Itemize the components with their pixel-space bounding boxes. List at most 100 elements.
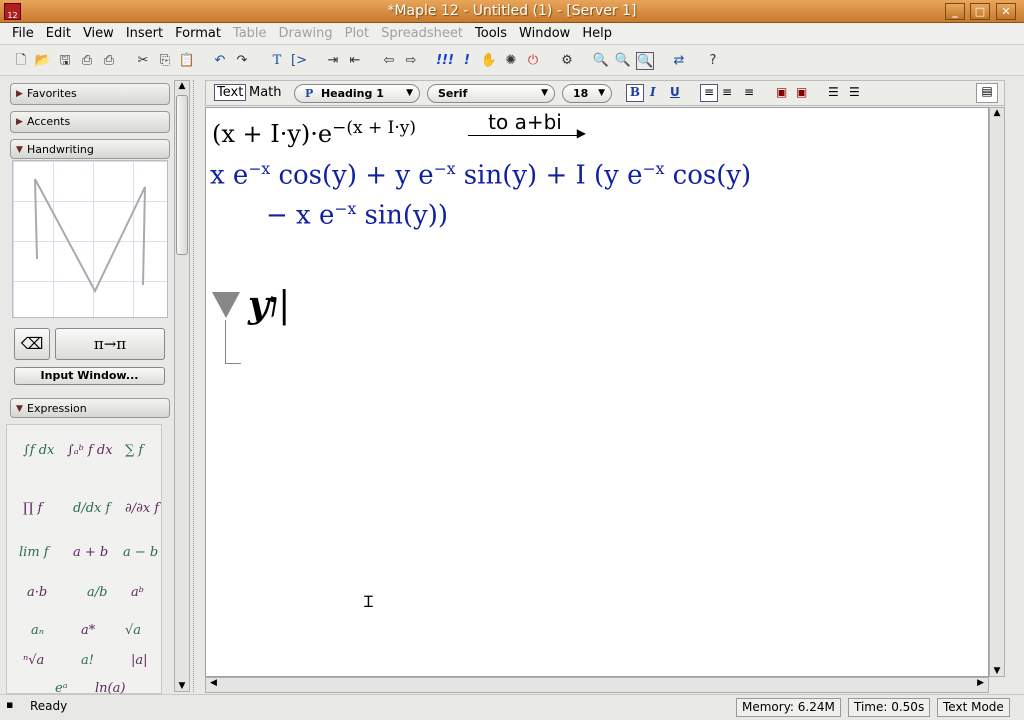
paste-icon[interactable]: 📋 (178, 52, 196, 70)
menu-format[interactable]: Format (169, 23, 227, 44)
undo-icon[interactable]: ↶ (211, 52, 229, 70)
minimize-button[interactable]: _ (945, 3, 965, 20)
maximize-button[interactable]: □ (970, 3, 990, 20)
zoom-150-icon[interactable]: 🔍 (614, 52, 632, 70)
format-toolbar: Text Math P Heading 1 ▼ Serif ▼ 18 ▼ B I U … (205, 80, 1005, 106)
scroll-up-arrow[interactable]: ▲ (990, 108, 1004, 118)
numbered-list-icon[interactable]: ☰ (849, 85, 860, 99)
panel-splitter[interactable] (193, 80, 201, 692)
execute-icon[interactable]: ! (458, 52, 476, 70)
font-size-dropdown[interactable]: 18 ▼ (562, 84, 612, 103)
help-icon[interactable]: ? (704, 52, 722, 70)
document-vertical-scrollbar[interactable]: ▲ ▼ (989, 107, 1005, 677)
scroll-down-arrow[interactable]: ▼ (175, 681, 189, 691)
scroll-thumb[interactable] (176, 95, 188, 255)
expression-template[interactable]: ⁿ√a (23, 653, 44, 668)
eraser-button[interactable]: ⌫ (14, 328, 50, 360)
menu-edit[interactable]: Edit (40, 23, 77, 44)
align-right-icon[interactable]: ≡ (744, 85, 754, 99)
document-options-icon[interactable]: ▤ (976, 83, 998, 103)
indent-icon[interactable]: ⇥ (324, 52, 342, 70)
back-icon[interactable]: ⇦ (380, 52, 398, 70)
maple-app-icon[interactable]: 12 (4, 3, 21, 20)
palette-scrollbar[interactable]: ▲ ▼ (174, 80, 190, 692)
handwriting-palette-header[interactable]: ▼ Handwriting (10, 139, 170, 159)
highlight-color-icon[interactable]: ▣ (796, 85, 807, 99)
execute-all-icon[interactable]: !!! (436, 52, 454, 70)
input-expression[interactable]: (x + I·y)·e−(x + I·y) (212, 118, 416, 148)
text-mode-button[interactable]: Text (214, 84, 247, 101)
expression-template[interactable]: aₙ (31, 623, 44, 638)
settings-gear-icon[interactable]: ⚙ (558, 52, 576, 70)
expression-template[interactable]: ∫f dx (23, 443, 54, 458)
favorites-palette-header[interactable]: ▶ Favorites (10, 83, 170, 105)
align-left-icon[interactable]: ≡ (700, 84, 718, 102)
outdent-icon[interactable]: ⇤ (346, 52, 364, 70)
expression-template[interactable]: √a (125, 623, 141, 638)
text-color-icon[interactable]: ▣ (776, 85, 787, 99)
menu-window[interactable]: Window (513, 23, 576, 44)
expression-template[interactable]: ∂/∂x f (125, 501, 159, 516)
expression-template[interactable]: d/dx f (73, 501, 110, 516)
expression-template[interactable]: |a| (131, 653, 148, 668)
bullet-list-icon[interactable]: ☰ (828, 85, 839, 99)
print-icon[interactable]: ⎙ (78, 52, 96, 70)
expression-template[interactable]: a! (81, 653, 94, 668)
menu-view[interactable]: View (77, 23, 120, 44)
forward-icon[interactable]: ⇨ (402, 52, 420, 70)
arrow-label: to a+bi (488, 110, 562, 134)
accents-palette-header[interactable]: ▶ Accents (10, 111, 170, 133)
stop-icon[interactable]: ✋ (480, 52, 498, 70)
expression-template[interactable]: ∫ₐᵇ f dx (67, 443, 113, 458)
section-collapse-triangle[interactable] (212, 292, 240, 318)
menu-file[interactable]: File (6, 23, 40, 44)
scroll-up-arrow[interactable]: ▲ (175, 81, 189, 91)
restart-icon[interactable]: ⏻ (524, 52, 542, 70)
copy-icon[interactable]: ⎘ (156, 52, 174, 70)
font-dropdown[interactable]: Serif ▼ (427, 84, 555, 103)
scroll-down-arrow[interactable]: ▼ (990, 666, 1004, 676)
save-icon[interactable]: 🖫 (56, 52, 74, 70)
mode-readout: Text Mode (937, 698, 1010, 717)
insert-math-icon[interactable]: [> (290, 52, 308, 70)
redo-icon[interactable]: ↷ (233, 52, 251, 70)
print-preview-icon[interactable]: ⎙ (100, 52, 118, 70)
align-center-icon[interactable]: ≡ (722, 85, 732, 99)
expression-template[interactable]: lim f (19, 545, 49, 560)
expression-template[interactable]: ∏ f (23, 501, 42, 516)
scroll-left-arrow[interactable]: ◀ (210, 678, 217, 688)
menu-tools[interactable]: Tools (469, 23, 513, 44)
menu-insert[interactable]: Insert (120, 23, 169, 44)
expression-template[interactable]: aᵇ (131, 585, 144, 600)
new-document-icon[interactable]: 🗋 (12, 52, 30, 70)
convert-symbol-button[interactable]: π→π (55, 328, 165, 360)
style-dropdown[interactable]: P Heading 1 ▼ (294, 84, 420, 103)
zoom-100-icon[interactable]: 🔍 (592, 52, 610, 70)
expression-template[interactable]: a·b (27, 585, 47, 600)
expression-palette-header[interactable]: ▼ Expression (10, 398, 170, 418)
expression-template[interactable]: ∑ f (125, 443, 143, 458)
toggle-input-icon[interactable]: ⇄ (670, 52, 688, 70)
input-window-button[interactable]: Input Window... (14, 367, 165, 385)
insert-text-icon[interactable]: T (268, 52, 286, 70)
scroll-right-arrow[interactable]: ▶ (977, 678, 984, 688)
handwriting-canvas[interactable] (12, 160, 168, 318)
italic-button[interactable]: I (650, 85, 656, 99)
document-horizontal-scrollbar[interactable]: ◀ ▶ (205, 677, 989, 693)
bold-button[interactable]: B (626, 84, 644, 102)
expression-template[interactable]: a + b (73, 545, 108, 560)
document-area[interactable]: (x + I·y)·e−(x + I·y) to a+bi ▶ x e−x cos… (205, 107, 989, 677)
open-icon[interactable]: 📂 (34, 52, 52, 70)
math-mode-button[interactable]: Math (249, 85, 282, 100)
zoom-200-icon[interactable]: 🔍 (636, 52, 654, 70)
expression-template[interactable]: a/b (87, 585, 107, 600)
expression-template[interactable]: a − b (123, 545, 158, 560)
heading-text[interactable]: yו| (248, 284, 290, 326)
underline-button[interactable]: U (670, 85, 680, 99)
cut-icon[interactable]: ✂ (134, 52, 152, 70)
debug-icon[interactable]: ✺ (502, 52, 520, 70)
close-button[interactable]: ✕ (996, 3, 1016, 20)
expression-template[interactable]: a* (81, 623, 95, 638)
menu-help[interactable]: Help (576, 23, 618, 44)
main-toolbar: 🗋 📂 🖫 ⎙ ⎙ ✂ ⎘ 📋 ↶ ↷ T [> ⇥ ⇤ ⇦ ⇨ !!! ! ✋… (0, 46, 1024, 76)
